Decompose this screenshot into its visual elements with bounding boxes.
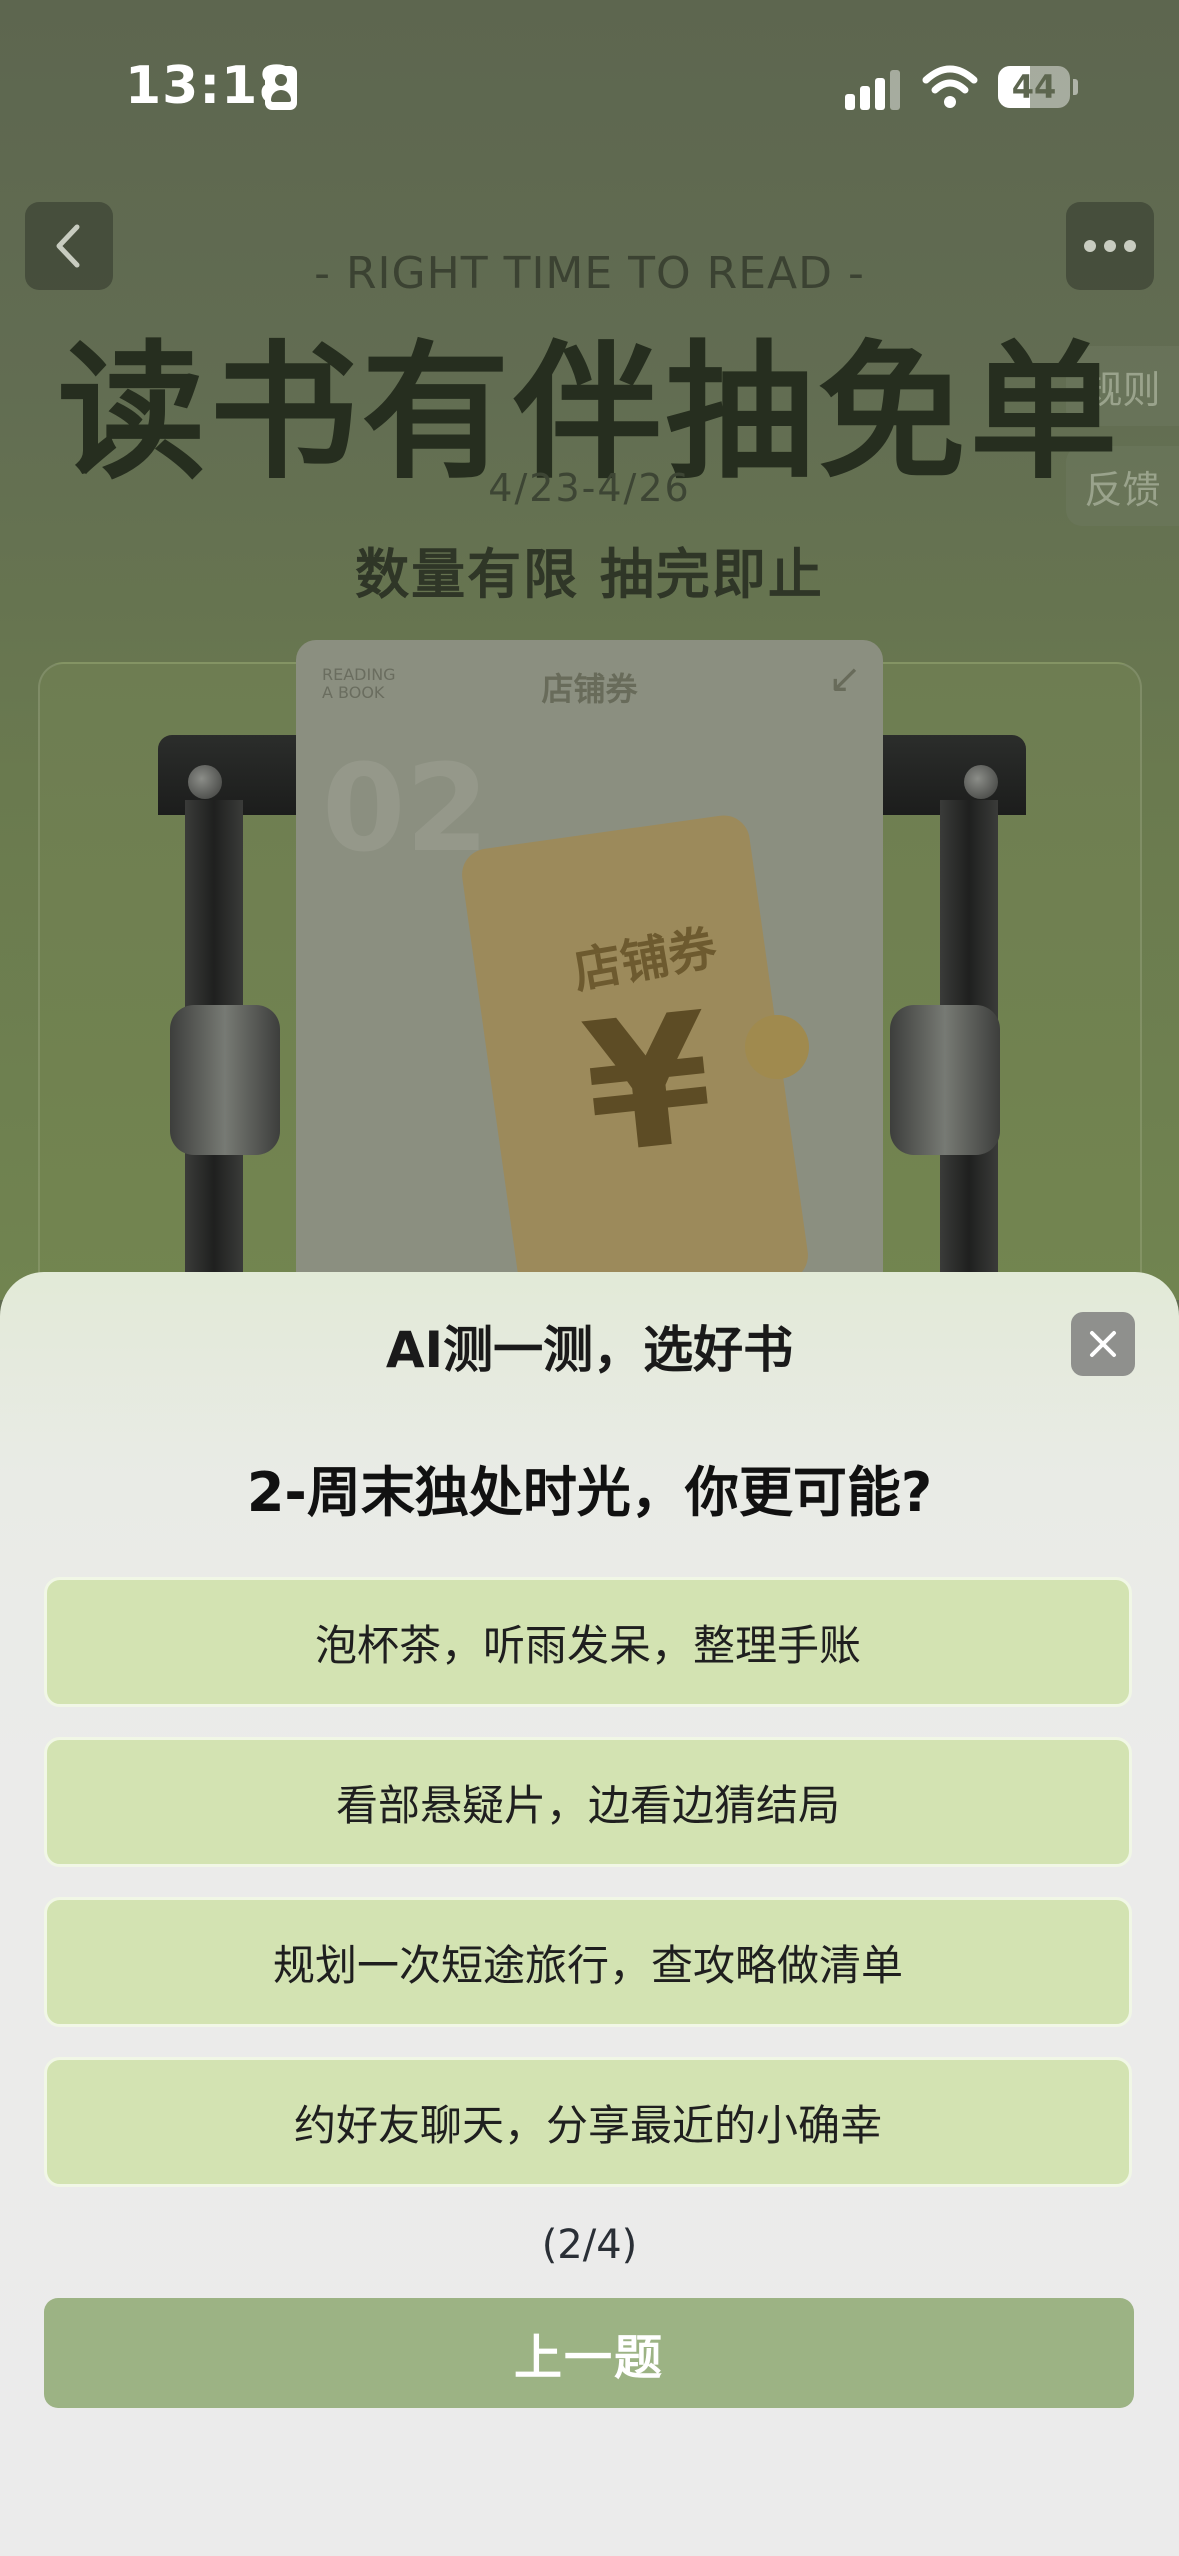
previous-question-button[interactable]: 上一题 xyxy=(44,2298,1134,2408)
close-icon xyxy=(1090,1331,1116,1357)
option-4[interactable]: 约好友聊天，分享最近的小确幸 xyxy=(44,2057,1132,2187)
yuan-icon: ¥ xyxy=(575,974,722,1195)
question-text: 2-周末独处时光，你更可能? xyxy=(246,1461,933,1524)
status-bar: 13:18 44 xyxy=(0,0,1179,170)
arrow-down-left-icon: ↙ xyxy=(828,656,862,702)
bolt-icon xyxy=(964,765,998,799)
coin-icon xyxy=(745,1015,809,1079)
signal-icon xyxy=(845,70,901,110)
wifi-icon xyxy=(922,65,978,108)
gear-left xyxy=(170,1005,280,1155)
coupon-header: 店铺券 xyxy=(541,670,638,708)
bolt-icon xyxy=(188,765,222,799)
contact-card-icon xyxy=(265,66,297,110)
gear-right xyxy=(890,1005,1000,1155)
banner-tagline: 数量有限 抽完即止 xyxy=(355,543,824,606)
battery-level: 44 xyxy=(1011,68,1057,106)
battery-icon: 44 xyxy=(998,66,1070,108)
banner-date: 4/23-4/26 xyxy=(488,466,691,510)
progress-indicator: (2/4) xyxy=(541,2222,638,2268)
coupon-number: 02 xyxy=(322,740,489,879)
sheet-title: AI测一测，选好书 xyxy=(385,1321,794,1379)
option-3[interactable]: 规划一次短途旅行，查攻略做清单 xyxy=(44,1897,1132,2027)
option-1[interactable]: 泡杯茶，听雨发呆，整理手账 xyxy=(44,1577,1132,1707)
close-button[interactable] xyxy=(1071,1312,1135,1376)
option-2[interactable]: 看部悬疑片，边看边猜结局 xyxy=(44,1737,1132,1867)
quiz-sheet: AI测一测，选好书 2-周末独处时光，你更可能? 泡杯茶，听雨发呆，整理手账 看… xyxy=(0,1272,1179,2556)
battery-cap xyxy=(1073,79,1078,95)
